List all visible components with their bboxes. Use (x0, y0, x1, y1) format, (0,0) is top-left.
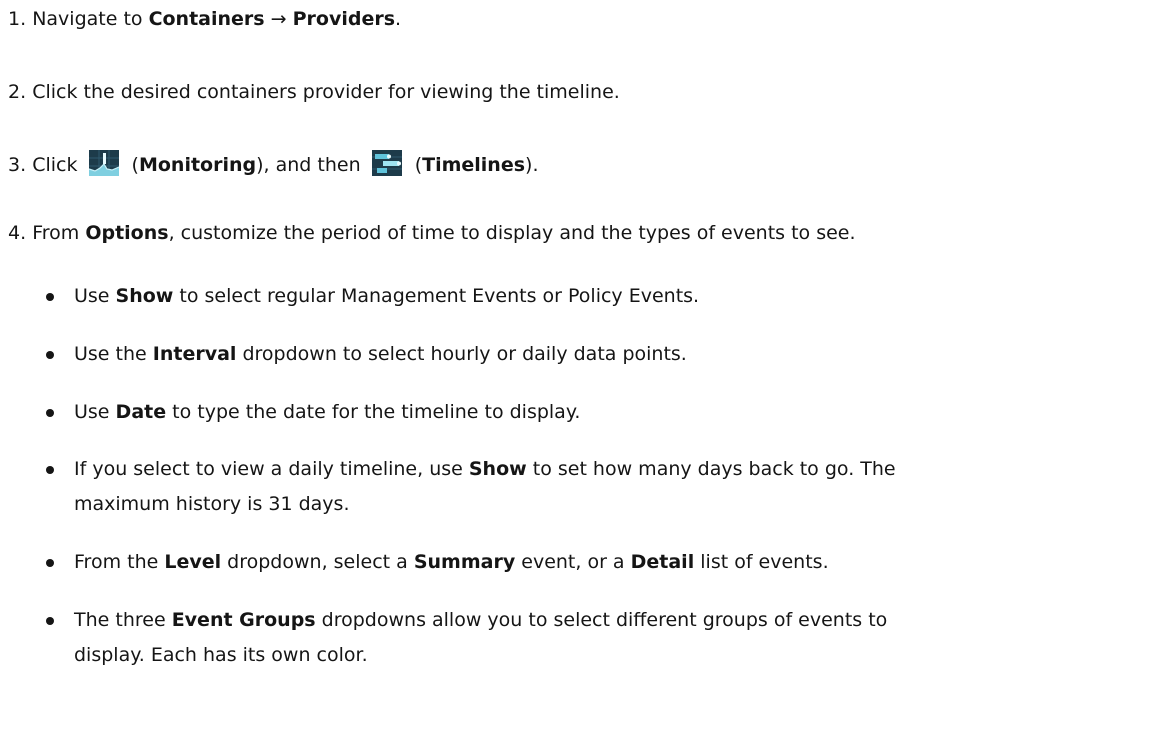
step-number: 3. (8, 154, 27, 176)
bullet-item-show-events: Use Show to select regular Management Ev… (46, 283, 1154, 309)
step-2: 2. Click the desired containers provider… (8, 79, 620, 105)
menu-providers: Providers (292, 8, 396, 30)
detail-label: Detail (630, 551, 695, 573)
step-number: 2. (8, 81, 27, 103)
step-number: 4. (8, 222, 27, 244)
menu-containers: Containers (148, 8, 265, 30)
monitoring-label: Monitoring (138, 154, 257, 176)
event-groups-label: Event Groups (171, 609, 316, 631)
interval-label: Interval (152, 343, 237, 365)
level-label: Level (164, 551, 222, 573)
paren-open: ( (408, 154, 423, 176)
step-1: 1. Navigate to Containers → Providers. (8, 6, 401, 32)
step-text-end: . (395, 8, 402, 30)
step-text: Click the desired containers provider fo… (32, 81, 620, 103)
step-text-end: ). (525, 154, 539, 176)
step-text: Navigate to (32, 8, 149, 30)
bullet-item-level: From the Level dropdown, select a Summar… (46, 549, 1154, 575)
bullet-dot (46, 617, 54, 625)
paren-open: ( (125, 154, 139, 176)
monitoring-icon[interactable] (88, 150, 119, 176)
timelines-icon[interactable] (371, 150, 402, 176)
show-label: Show (468, 458, 527, 480)
timelines-label: Timelines (422, 154, 526, 176)
step-text: From (32, 222, 86, 244)
date-label: Date (115, 401, 167, 423)
bullet-dot (46, 409, 54, 417)
step-3: 3. Click (Monitoring), and then (Timelin… (8, 150, 538, 178)
step-text-end: , customize the period of time to displa… (168, 222, 856, 244)
summary-label: Summary (413, 551, 516, 573)
bullet-item-interval: Use the Interval dropdown to select hour… (46, 341, 1154, 367)
step-text-mid: ), and then (256, 154, 367, 176)
bullet-dot (46, 466, 54, 474)
bullet-item-daily-history: If you select to view a daily timeline, … (46, 456, 1154, 517)
bullet-item-date: Use Date to type the date for the timeli… (46, 399, 1154, 425)
bullet-item-event-groups: The three Event Groups dropdowns allow y… (46, 607, 1154, 668)
bullet-dot (46, 293, 54, 301)
arrow-separator: → (264, 8, 293, 30)
options-label: Options (85, 222, 169, 244)
show-label: Show (115, 285, 174, 307)
step-text: Click (32, 154, 84, 176)
bullet-dot (46, 559, 54, 567)
step-4: 4. From Options, customize the period of… (8, 220, 856, 246)
step-number: 1. (8, 8, 27, 30)
bullet-dot (46, 351, 54, 359)
